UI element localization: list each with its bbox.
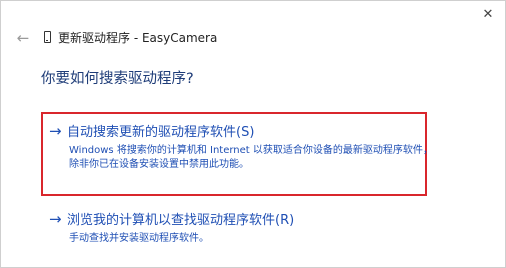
auto-search-option[interactable]: → 自动搜索更新的驱动程序软件(S) Windows 将搜索你的计算机和 Int… [49,121,433,172]
option-label[interactable]: 自动搜索更新的驱动程序软件(S) [67,121,254,140]
option-description: Windows 将搜索你的计算机和 Internet 以获取适合你设备的最新驱动… [69,144,433,172]
page-heading: 你要如何搜索驱动程序? [41,71,194,87]
description-line: Windows 将搜索你的计算机和 Internet 以获取适合你设备的最新驱动… [69,145,433,156]
device-icon [44,31,51,43]
option-label[interactable]: 浏览我的计算机以查找驱动程序软件(R) [67,209,294,228]
driver-update-window: ✕ ← 更新驱动程序 - EasyCamera 你要如何搜索驱动程序? → 自动… [0,0,506,268]
arrow-right-icon: → [49,121,62,140]
back-arrow-icon: ← [16,29,30,47]
description-line: 除非你已在设备安装设置中禁用此功能。 [69,159,249,170]
description-line: 手动查找并安装驱动程序软件。 [69,233,209,244]
close-button[interactable]: ✕ [477,5,499,23]
option-description: 手动查找并安装驱动程序软件。 [69,232,294,246]
back-button[interactable]: ← [14,29,32,47]
window-title: 更新驱动程序 - EasyCamera [58,31,218,45]
browse-computer-option[interactable]: → 浏览我的计算机以查找驱动程序软件(R) 手动查找并安装驱动程序软件。 [49,209,294,246]
close-icon: ✕ [482,6,494,22]
arrow-right-icon: → [49,209,62,228]
